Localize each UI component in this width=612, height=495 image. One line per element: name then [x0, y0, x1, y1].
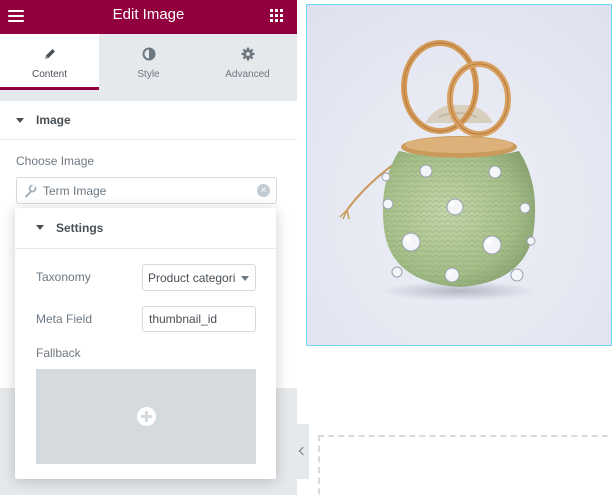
caret-down-icon	[16, 118, 24, 123]
widgets-grid-icon[interactable]	[270, 9, 283, 22]
tab-style-label: Style	[137, 69, 160, 80]
dynamic-tag-value: Term Image	[43, 184, 107, 198]
tab-advanced-label: Advanced	[225, 69, 270, 80]
taxonomy-value: Product categori	[148, 271, 236, 285]
panel-collapse-handle[interactable]	[297, 424, 309, 479]
meta-field-input[interactable]	[142, 306, 256, 332]
image-section-title: Image	[36, 113, 71, 127]
tab-advanced[interactable]: Advanced	[198, 34, 297, 90]
panel-title: Edit Image	[112, 6, 185, 23]
settings-popover: Settings Taxonomy Product categori Meta …	[15, 208, 276, 479]
chevron-left-icon	[298, 446, 308, 456]
taxonomy-label: Taxonomy	[36, 270, 91, 284]
gear-icon	[198, 47, 297, 63]
image-section-toggle[interactable]: Image	[0, 101, 297, 140]
chevron-down-icon	[241, 276, 249, 281]
choose-image-label: Choose Image	[16, 154, 95, 168]
settings-title: Settings	[56, 221, 104, 235]
taxonomy-select[interactable]: Product categori	[142, 264, 256, 291]
half-circle-icon	[99, 47, 198, 63]
plus-circle-icon	[137, 407, 156, 426]
dynamic-tag-field[interactable]: Term Image ×	[16, 177, 277, 204]
panel-header: Edit Image	[0, 0, 297, 34]
preview-image[interactable]	[306, 4, 612, 346]
pencil-icon	[0, 47, 99, 63]
editor-panel: Edit Image Content Style Advanced Image …	[0, 0, 297, 495]
fallback-label: Fallback	[36, 346, 81, 360]
empty-drop-area[interactable]	[318, 435, 612, 495]
fallback-image-picker[interactable]	[36, 369, 256, 464]
bag-photo	[307, 5, 611, 345]
panel-tabs: Content Style Advanced	[0, 34, 297, 90]
remove-tag-icon[interactable]: ×	[257, 184, 270, 197]
tab-content[interactable]: Content	[0, 34, 99, 90]
settings-toggle[interactable]: Settings	[15, 208, 276, 249]
wrench-icon	[23, 184, 37, 198]
meta-field-label: Meta Field	[36, 312, 93, 326]
caret-down-icon	[36, 225, 44, 230]
tab-content-label: Content	[31, 69, 68, 80]
tab-style[interactable]: Style	[99, 34, 198, 90]
